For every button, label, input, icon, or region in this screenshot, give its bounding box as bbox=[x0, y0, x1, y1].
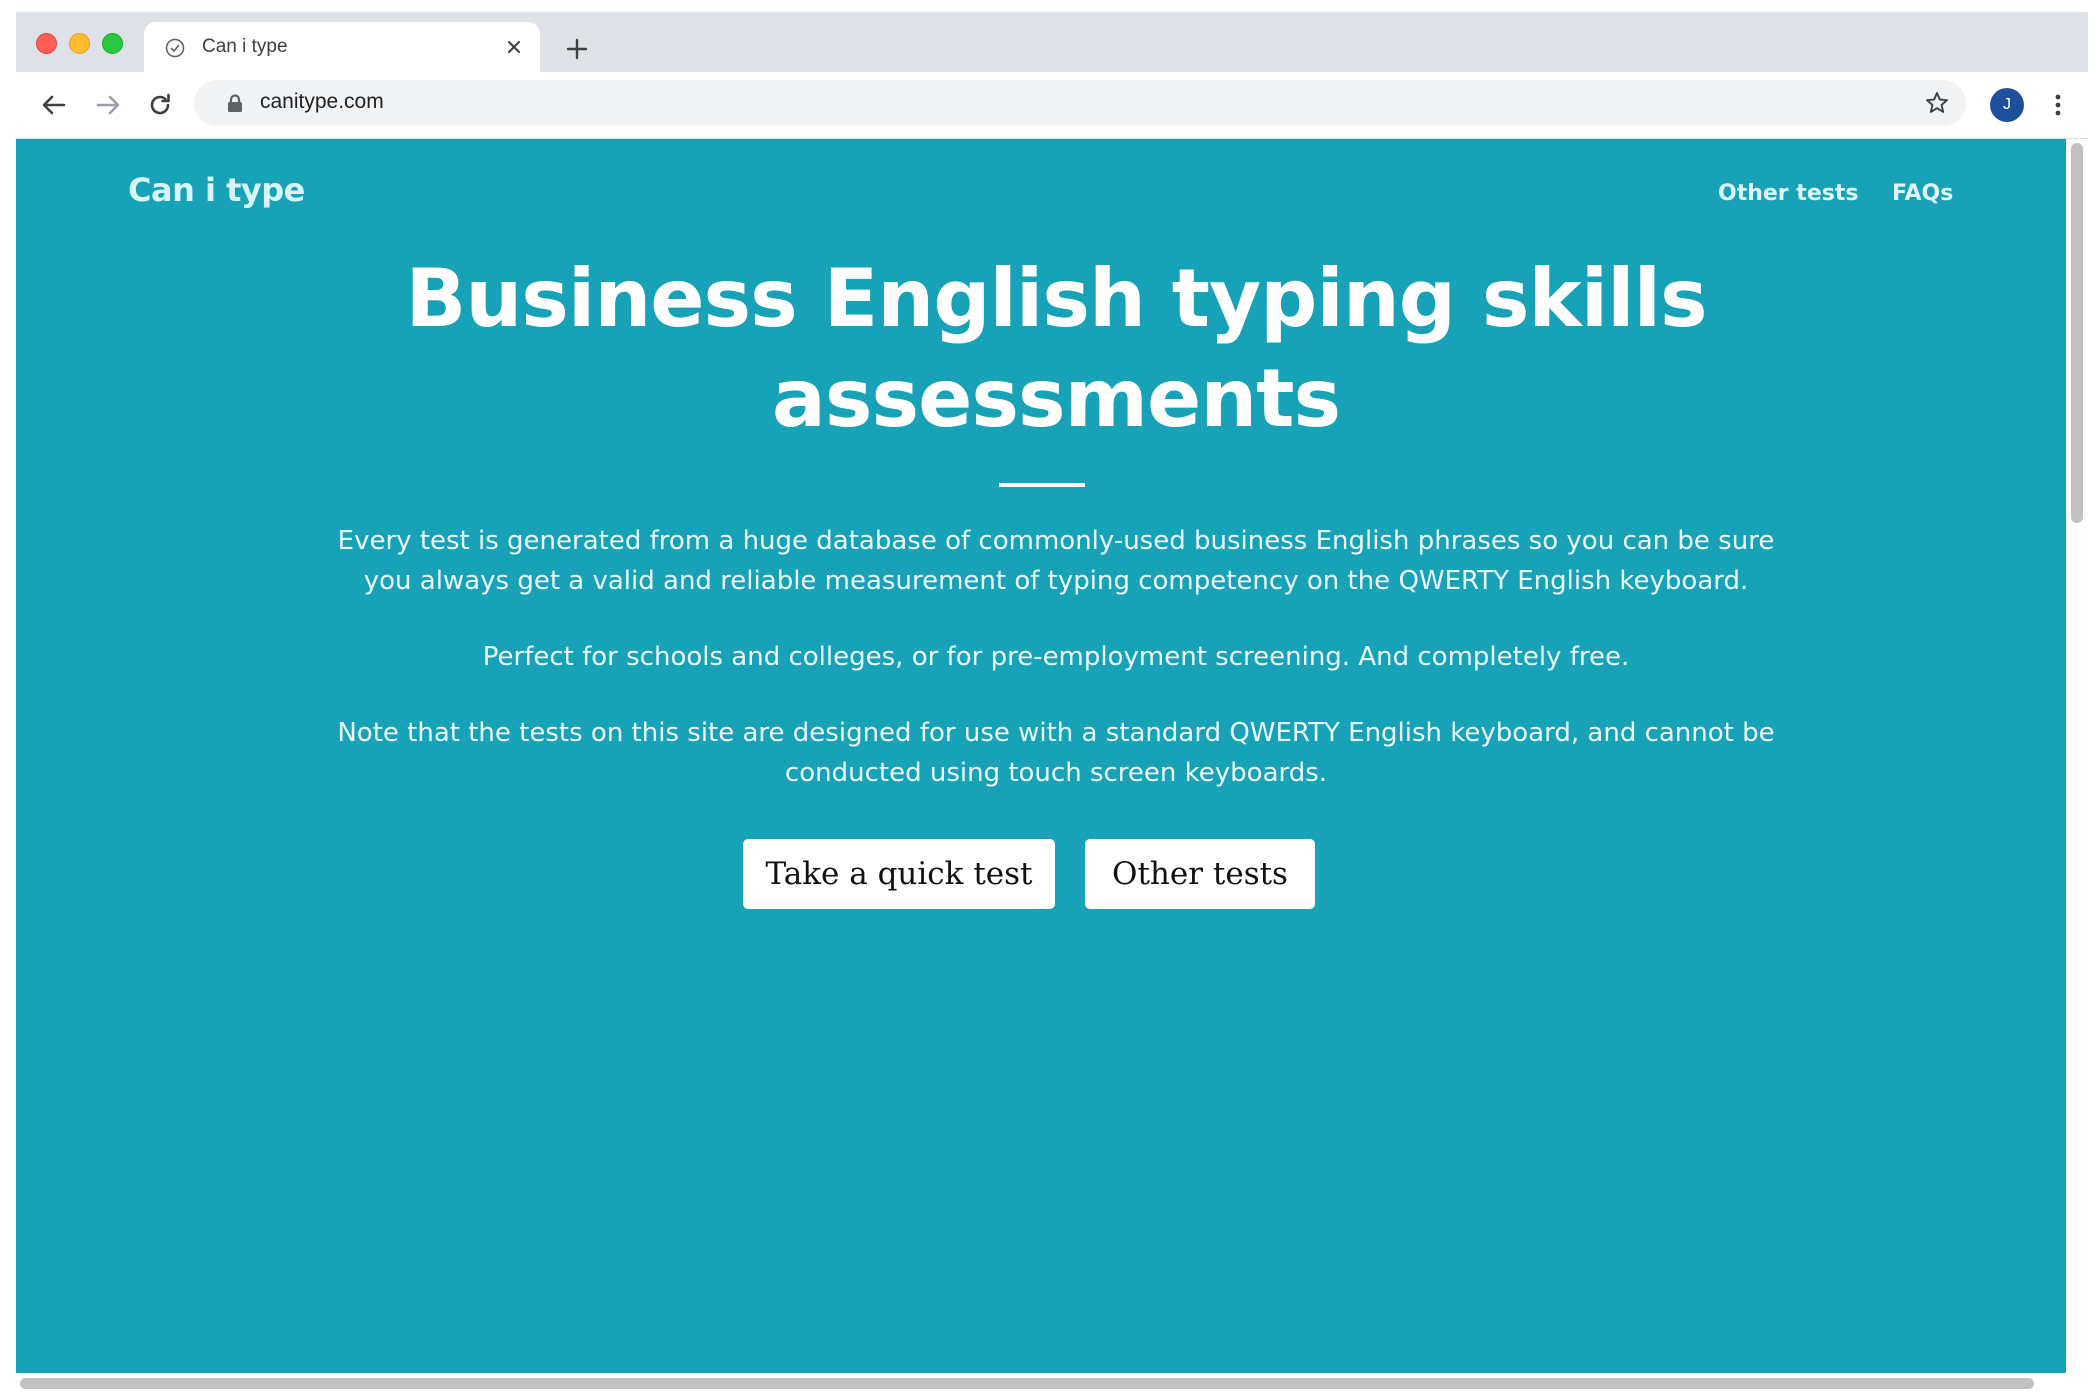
profile-avatar[interactable]: J bbox=[1990, 88, 2024, 122]
nav-faqs-link[interactable]: FAQs bbox=[1892, 181, 1953, 206]
page-title: Business English typing skills assessmen… bbox=[216, 249, 1896, 449]
favicon-clock-icon bbox=[165, 38, 185, 58]
minimize-window-dot[interactable] bbox=[69, 33, 90, 54]
take-quick-test-button[interactable]: Take a quick test bbox=[743, 839, 1055, 909]
intro-paragraph-line-1: Every test is generated from a huge data… bbox=[337, 526, 1775, 556]
browser-window: Can i type canitype.com J Can i type Oth… bbox=[16, 12, 2088, 1390]
back-arrow-icon[interactable] bbox=[38, 89, 70, 121]
page-viewport: Can i type Other tests FAQs Business Eng… bbox=[16, 139, 2088, 1390]
horizontal-scrollbar-thumb[interactable] bbox=[20, 1378, 2034, 1389]
bookmark-star-icon[interactable] bbox=[1924, 90, 1950, 116]
hero-section: Can i type Other tests FAQs Business Eng… bbox=[16, 139, 2066, 1373]
page-title-line-1: Business English typing skills bbox=[405, 252, 1707, 345]
forward-arrow-icon[interactable] bbox=[92, 89, 124, 121]
tab-strip: Can i type bbox=[16, 12, 2088, 72]
zoom-window-dot[interactable] bbox=[102, 33, 123, 54]
intro-paragraph: Every test is generated from a huge data… bbox=[216, 521, 1896, 601]
intro-paragraph-line-2: you always get a valid and reliable meas… bbox=[363, 566, 1749, 596]
active-tab[interactable]: Can i type bbox=[144, 22, 540, 72]
other-tests-button[interactable]: Other tests bbox=[1085, 839, 1315, 909]
lock-icon bbox=[228, 94, 242, 112]
vertical-scrollbar-thumb[interactable] bbox=[2071, 143, 2083, 523]
close-icon[interactable] bbox=[502, 35, 526, 59]
address-bar[interactable]: canitype.com bbox=[194, 80, 1966, 126]
title-divider bbox=[999, 483, 1085, 487]
browser-toolbar: canitype.com J bbox=[16, 72, 2088, 139]
kebab-menu-icon[interactable] bbox=[2046, 91, 2070, 119]
page-title-line-2: assessments bbox=[771, 352, 1341, 445]
keyboard-note-paragraph: Note that the tests on this site are des… bbox=[216, 713, 1896, 793]
url-text[interactable]: canitype.com bbox=[260, 90, 384, 114]
audience-paragraph: Perfect for schools and colleges, or for… bbox=[482, 642, 1630, 672]
close-window-dot[interactable] bbox=[36, 33, 57, 54]
keyboard-note-line-1: Note that the tests on this site are des… bbox=[337, 718, 1775, 748]
site-logo[interactable]: Can i type bbox=[128, 171, 305, 209]
new-tab-plus-icon[interactable] bbox=[564, 36, 590, 62]
reload-icon[interactable] bbox=[144, 89, 176, 121]
tab-title: Can i type bbox=[202, 36, 288, 57]
keyboard-note-line-2: conducted using touch screen keyboards. bbox=[784, 758, 1328, 788]
nav-other-tests-link[interactable]: Other tests bbox=[1718, 181, 1858, 206]
